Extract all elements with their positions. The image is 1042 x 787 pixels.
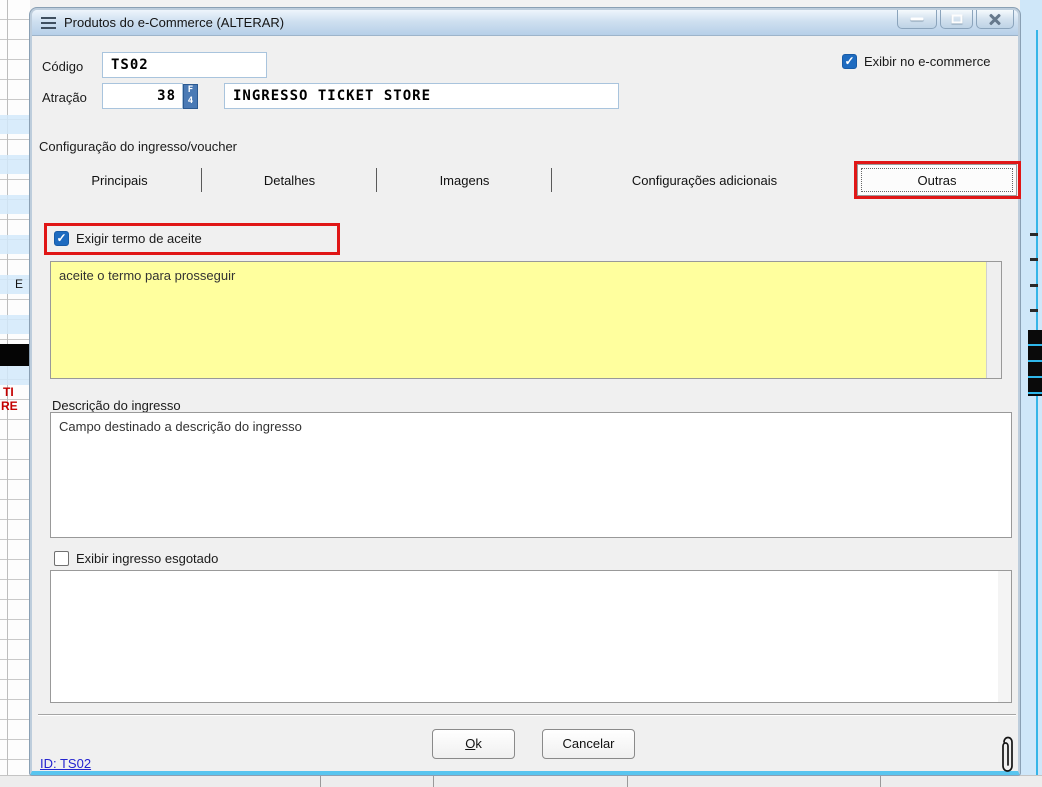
window-title: Produtos do e-Commerce (ALTERAR) (64, 15, 284, 30)
maximize-button[interactable] (940, 10, 973, 29)
background-row-mark (1030, 258, 1038, 261)
checkbox-checked-icon[interactable] (54, 231, 69, 246)
paperclip-icon[interactable] (998, 734, 1018, 776)
footer-divider (38, 714, 1016, 716)
table-cell-fragment: E (15, 277, 23, 291)
f4-lookup-button[interactable]: F 4 (183, 84, 198, 109)
codigo-input[interactable]: TS02 (102, 52, 267, 78)
table-cell-fragment: TI (3, 385, 14, 399)
descricao-text: Campo destinado a descrição do ingresso (51, 413, 1011, 440)
maximize-icon (951, 15, 962, 24)
scrollbar-track[interactable] (986, 262, 1001, 378)
hamburger-icon[interactable] (41, 17, 56, 29)
termo-aceite-textarea[interactable]: aceite o termo para prosseguir (50, 261, 1002, 379)
tab-label: Detalhes (264, 173, 315, 188)
esgotado-text (51, 571, 1011, 583)
atracao-name-field: INGRESSO TICKET STORE (224, 83, 619, 109)
exibir-esgotado-checkbox[interactable]: Exibir ingresso esgotado (54, 551, 218, 566)
termo-aceite-text: aceite o termo para prosseguir (51, 262, 1001, 289)
background-table-bottom (0, 775, 1042, 787)
table-cell-fragment: RE (1, 399, 18, 413)
checkbox-checked-icon[interactable] (842, 54, 857, 69)
descricao-label: Descrição do ingresso (52, 398, 181, 413)
descricao-textarea[interactable]: Campo destinado a descrição do ingresso (50, 412, 1012, 538)
tab-detalhes[interactable]: Detalhes (202, 164, 377, 196)
background-table-left: E TI RE (0, 0, 30, 787)
scrollbar-track[interactable] (998, 571, 1011, 702)
background-window-border (1036, 30, 1038, 787)
title-bar[interactable]: Produtos do e-Commerce (ALTERAR) (32, 10, 1018, 36)
ok-button[interactable]: Ok (432, 729, 515, 759)
exibir-esgotado-label: Exibir ingresso esgotado (76, 551, 218, 566)
cancel-button[interactable]: Cancelar (542, 729, 635, 759)
codigo-label: Código (42, 59, 83, 74)
tab-label: Imagens (440, 173, 490, 188)
exibir-ecommerce-checkbox[interactable]: Exibir no e-commerce (842, 54, 990, 69)
esgotado-textarea[interactable] (50, 570, 1012, 703)
tab-imagens[interactable]: Imagens (377, 164, 552, 196)
f4-badge-top: F (184, 85, 197, 96)
background-row-mark (1030, 309, 1038, 312)
exigir-termo-label: Exigir termo de aceite (76, 231, 202, 246)
background-column-divider (433, 776, 434, 787)
background-row-mark (1030, 233, 1038, 236)
background-row-mark (1030, 284, 1038, 287)
highlight-box-outras-tab (854, 161, 1021, 199)
exibir-ecommerce-label: Exibir no e-commerce (864, 54, 990, 69)
dialog-produtos-ecommerce: Produtos do e-Commerce (ALTERAR) Código … (30, 8, 1020, 775)
background-column-divider (627, 776, 628, 787)
tab-label: Configurações adicionais (632, 173, 777, 188)
minimize-icon (911, 18, 924, 21)
atracao-code-input[interactable]: 38 (102, 83, 183, 109)
background-column-divider (320, 776, 321, 787)
f4-badge-bottom: 4 (184, 96, 197, 107)
id-link[interactable]: ID: TS02 (40, 756, 91, 771)
table-row (0, 366, 30, 385)
minimize-button[interactable] (897, 10, 937, 29)
background-column-divider (880, 776, 881, 787)
table-row-selected (0, 344, 30, 366)
tab-label: Principais (91, 173, 147, 188)
atracao-label: Atração (42, 90, 87, 105)
table-row (0, 195, 30, 214)
exigir-termo-checkbox[interactable]: Exigir termo de aceite (54, 231, 202, 246)
tab-principais[interactable]: Principais (37, 164, 202, 196)
cancel-label: Cancelar (562, 736, 614, 751)
table-row (0, 235, 30, 254)
ok-label-rest: k (475, 736, 482, 751)
background-window-right (1020, 0, 1042, 787)
tab-configuracoes-adicionais[interactable]: Configurações adicionais (552, 164, 857, 196)
table-row (0, 315, 30, 334)
ok-mnemonic: O (465, 736, 475, 751)
table-row (0, 115, 30, 134)
background-table-block (1028, 330, 1042, 396)
section-title: Configuração do ingresso/voucher (39, 139, 237, 154)
checkbox-unchecked-icon[interactable] (54, 551, 69, 566)
close-button[interactable] (976, 10, 1014, 29)
table-row (0, 155, 30, 174)
